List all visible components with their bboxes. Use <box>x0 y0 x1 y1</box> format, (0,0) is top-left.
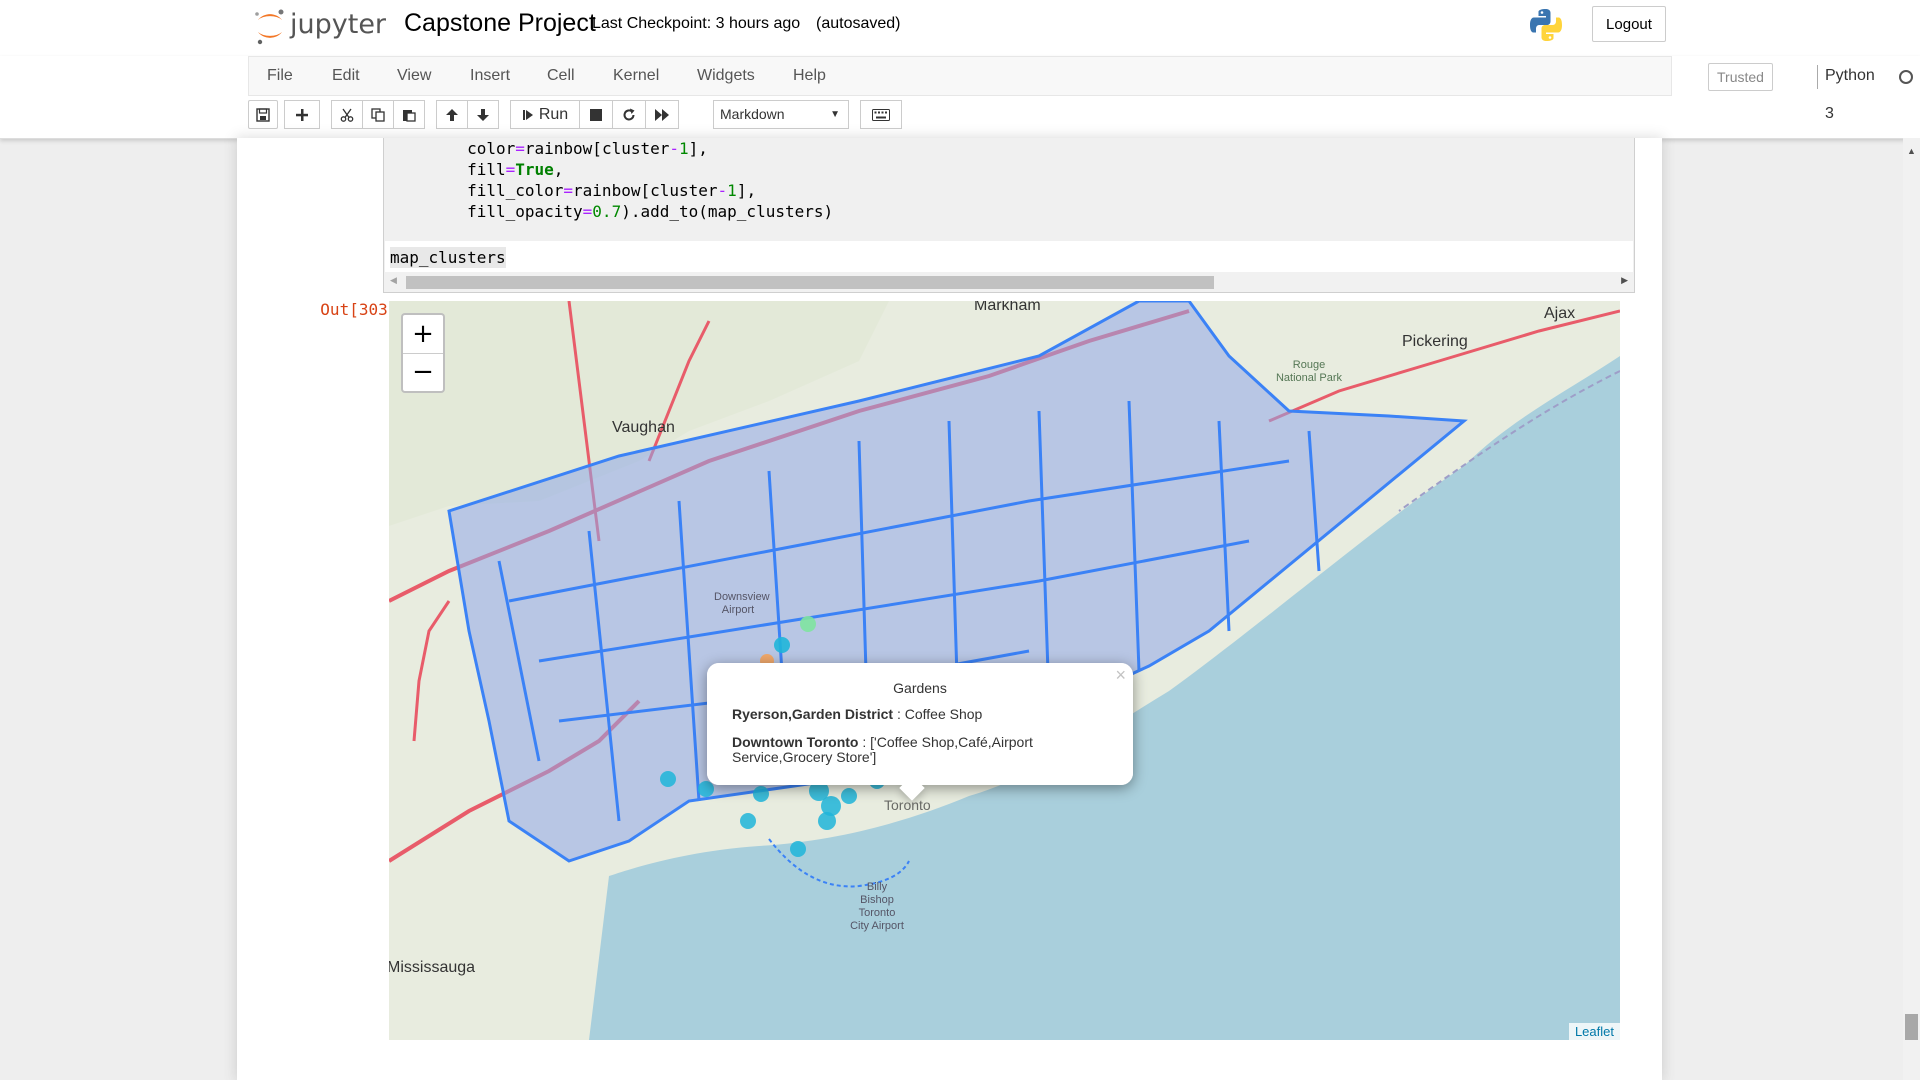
map-label-mississauga: Mississauga <box>389 959 476 976</box>
map-label-toronto: Toronto <box>884 797 931 813</box>
logout-button[interactable]: Logout <box>1592 6 1666 42</box>
code-line: fill=True, <box>467 160 564 179</box>
notebook-container: color=rainbow[cluster-1], fill=True, fil… <box>237 138 1662 1080</box>
menu-view[interactable]: View <box>397 57 431 95</box>
code-line: color=rainbow[cluster-1], <box>467 139 708 158</box>
vertical-scrollbar-thumb[interactable] <box>1905 1014 1918 1040</box>
interrupt-button[interactable] <box>579 100 613 129</box>
popup-line-2-name: Downtown Toronto <box>732 734 859 750</box>
cut-button[interactable] <box>331 100 363 129</box>
map-label-vaughan: Vaughan <box>612 419 675 436</box>
menu-insert[interactable]: Insert <box>470 57 510 95</box>
paste-icon <box>403 109 416 122</box>
menu-kernel[interactable]: Kernel <box>613 57 659 95</box>
cluster-marker[interactable] <box>818 812 836 830</box>
menubar: File Edit View Insert Cell Kernel Widget… <box>248 56 1913 122</box>
map-label-downsview: Downsview Airport <box>714 591 770 616</box>
save-icon <box>256 107 270 122</box>
header: jupyter Capstone Project Last Checkpoint… <box>0 0 1920 56</box>
refresh-icon <box>623 108 635 120</box>
keyboard-icon <box>872 108 890 121</box>
code-line: fill_opacity=0.7).add_to(map_clusters) <box>467 202 834 221</box>
restart-run-all-button[interactable] <box>645 100 679 129</box>
run-button[interactable]: Run <box>510 100 580 129</box>
kernel-name[interactable]: Python 3 <box>1825 57 1875 133</box>
popup-content: × Gardens Ryerson,Garden District : Coff… <box>707 663 1133 785</box>
cluster-marker[interactable] <box>698 781 714 797</box>
scissors-icon <box>340 108 354 122</box>
map-label-rouge-park: Rouge National Park <box>1275 359 1343 384</box>
scroll-left-icon[interactable]: ◀ <box>390 275 397 286</box>
popup-line-2: Downtown Toronto : ['Coffee Shop,Café,Ai… <box>732 735 1092 765</box>
step-forward-icon <box>522 109 533 120</box>
popup-line-1-name: Ryerson,Garden District <box>732 706 894 722</box>
popup-title: Gardens <box>893 680 947 696</box>
code-line-last: map_clusters <box>390 247 506 268</box>
insert-cell-button[interactable] <box>284 100 320 129</box>
popup-line-1: Ryerson,Garden District : Coffee Shop <box>732 707 1092 722</box>
menu-file[interactable]: File <box>267 57 293 95</box>
command-palette-button[interactable] <box>860 100 902 129</box>
run-label: Run <box>538 105 569 123</box>
cluster-marker[interactable] <box>800 616 816 632</box>
vertical-scrollbar[interactable]: ▲ <box>1903 138 1920 1080</box>
map-label-markham: Markham <box>974 301 1041 314</box>
menu-help[interactable]: Help <box>793 57 826 95</box>
arrow-down-icon <box>477 108 489 121</box>
paste-button[interactable] <box>393 100 425 129</box>
map-label-pickering: Pickering <box>1402 333 1468 350</box>
copy-icon <box>371 107 385 122</box>
notebook-title[interactable]: Capstone Project <box>404 9 596 38</box>
kernel-idle-indicator-icon <box>1899 70 1913 84</box>
menu-widgets[interactable]: Widgets <box>697 57 755 95</box>
horizontal-scrollbar-thumb[interactable] <box>406 276 1214 289</box>
code-line: fill_color=rainbow[cluster-1], <box>467 181 757 200</box>
zoom-control: + − <box>401 313 445 393</box>
cluster-marker[interactable] <box>841 788 857 804</box>
map-label-billy-bishop: Billy Bishop Toronto City Airport <box>850 881 904 932</box>
chevron-down-icon: ▼ <box>830 109 840 120</box>
fast-forward-icon <box>655 108 669 121</box>
cluster-marker[interactable] <box>790 841 806 857</box>
map-popup[interactable]: × Gardens Ryerson,Garden District : Coff… <box>707 663 1133 801</box>
code-cell-lower: map_clusters <box>385 241 1633 275</box>
menubar-container: File Edit View Insert Cell Kernel Widget… <box>0 56 1920 139</box>
restart-button[interactable] <box>612 100 646 129</box>
cell-type-value: Markdown <box>720 106 785 122</box>
scroll-up-icon[interactable]: ▲ <box>1907 146 1916 156</box>
logo-text: jupyter <box>290 9 387 40</box>
save-button[interactable] <box>248 100 278 129</box>
toronto-islands-boundary <box>768 838 910 888</box>
cluster-marker[interactable] <box>753 786 769 802</box>
jupyter-logo-icon <box>255 9 284 45</box>
toolbar: Run Markdown ▼ <box>248 100 1672 130</box>
scroll-right-icon[interactable]: ▶ <box>1621 275 1628 286</box>
map-label-ajax: Ajax <box>1544 305 1576 322</box>
menu-cell[interactable]: Cell <box>547 57 575 95</box>
menu-edit[interactable]: Edit <box>332 57 360 95</box>
stop-icon <box>590 108 602 121</box>
cell-type-select[interactable]: Markdown ▼ <box>713 100 849 129</box>
python-logo-icon <box>1528 7 1564 43</box>
horizontal-scrollbar[interactable]: ◀ ▶ <box>384 272 1634 292</box>
leaflet-attribution-link[interactable]: Leaflet <box>1568 1023 1620 1040</box>
copy-button[interactable] <box>362 100 394 129</box>
cluster-marker[interactable] <box>740 813 756 829</box>
trusted-badge[interactable]: Trusted <box>1708 63 1773 91</box>
plus-icon <box>296 108 308 121</box>
cluster-marker[interactable] <box>774 637 790 653</box>
move-up-button[interactable] <box>436 100 468 129</box>
autosave-status: (autosaved) <box>816 15 901 32</box>
popup-line-1-value: : Coffee Shop <box>893 706 983 722</box>
arrow-up-icon <box>446 108 458 121</box>
checkpoint-status: Last Checkpoint: 3 hours ago <box>592 15 801 32</box>
code-cell[interactable]: color=rainbow[cluster-1], fill=True, fil… <box>383 138 1635 293</box>
move-down-button[interactable] <box>467 100 499 129</box>
kernel-separator <box>1817 65 1818 89</box>
cluster-marker[interactable] <box>660 771 676 787</box>
zoom-in-button[interactable]: + <box>403 315 443 354</box>
leaflet-map[interactable]: Markham Ajax Pickering Vaughan Rouge Nat… <box>389 301 1620 1040</box>
zoom-out-button[interactable]: − <box>403 353 443 391</box>
